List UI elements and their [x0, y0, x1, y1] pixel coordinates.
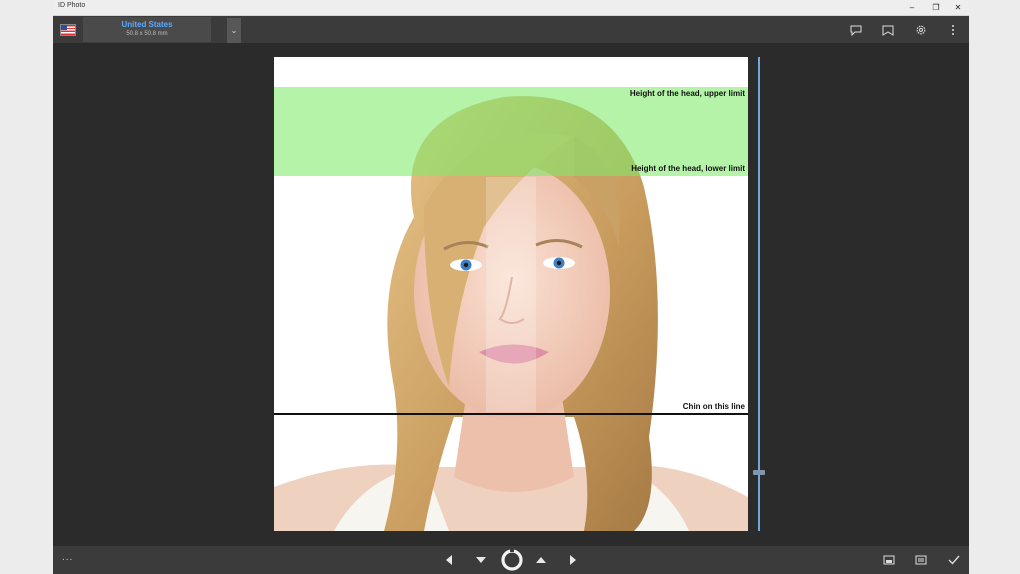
- comment-icon[interactable]: [847, 21, 865, 39]
- checkmark-icon[interactable]: [944, 550, 964, 570]
- title-bar: ID Photo – ❐ ✕: [53, 0, 969, 16]
- close-button[interactable]: ✕: [947, 0, 969, 15]
- minimize-button[interactable]: –: [901, 0, 923, 15]
- country-name: United States: [121, 20, 173, 29]
- lower-limit-label: Height of the head, lower limit: [631, 164, 745, 173]
- restore-button[interactable]: ❐: [925, 0, 947, 15]
- zoom-slider-handle[interactable]: [753, 470, 765, 475]
- save-photo-icon[interactable]: [879, 550, 899, 570]
- more-options-button[interactable]: ...: [62, 552, 73, 563]
- arrow-up-icon[interactable]: [531, 550, 551, 570]
- chin-line-label: Chin on this line: [682, 402, 745, 411]
- bottom-toolbar: ...: [53, 546, 969, 574]
- bookmark-icon[interactable]: [879, 21, 897, 39]
- arrow-right-icon[interactable]: [563, 550, 583, 570]
- chin-guide-line[interactable]: [274, 413, 748, 415]
- settings-gear-icon[interactable]: [912, 21, 930, 39]
- chevron-down-icon[interactable]: ⌄: [227, 18, 241, 43]
- photo-canvas[interactable]: Height of the head, upper limit Height o…: [274, 57, 748, 531]
- head-height-band: [274, 87, 748, 176]
- print-icon[interactable]: [911, 550, 931, 570]
- more-vertical-icon[interactable]: [944, 21, 962, 39]
- us-flag-icon[interactable]: [60, 24, 76, 36]
- photo-size: 50.8 x 50.8 mm: [126, 31, 168, 37]
- window-title: ID Photo: [58, 2, 86, 9]
- arrow-left-icon[interactable]: [439, 550, 459, 570]
- app-window: ID Photo – ❐ ✕ United States 50.8 x 50.8…: [53, 0, 969, 574]
- rotate-icon[interactable]: [500, 548, 524, 572]
- zoom-slider[interactable]: [753, 57, 765, 531]
- arrow-down-icon[interactable]: [471, 550, 491, 570]
- top-toolbar: United States 50.8 x 50.8 mm ⌄: [53, 16, 969, 43]
- country-selector[interactable]: United States 50.8 x 50.8 mm ⌄: [83, 17, 241, 43]
- upper-limit-label: Height of the head, upper limit: [629, 89, 745, 98]
